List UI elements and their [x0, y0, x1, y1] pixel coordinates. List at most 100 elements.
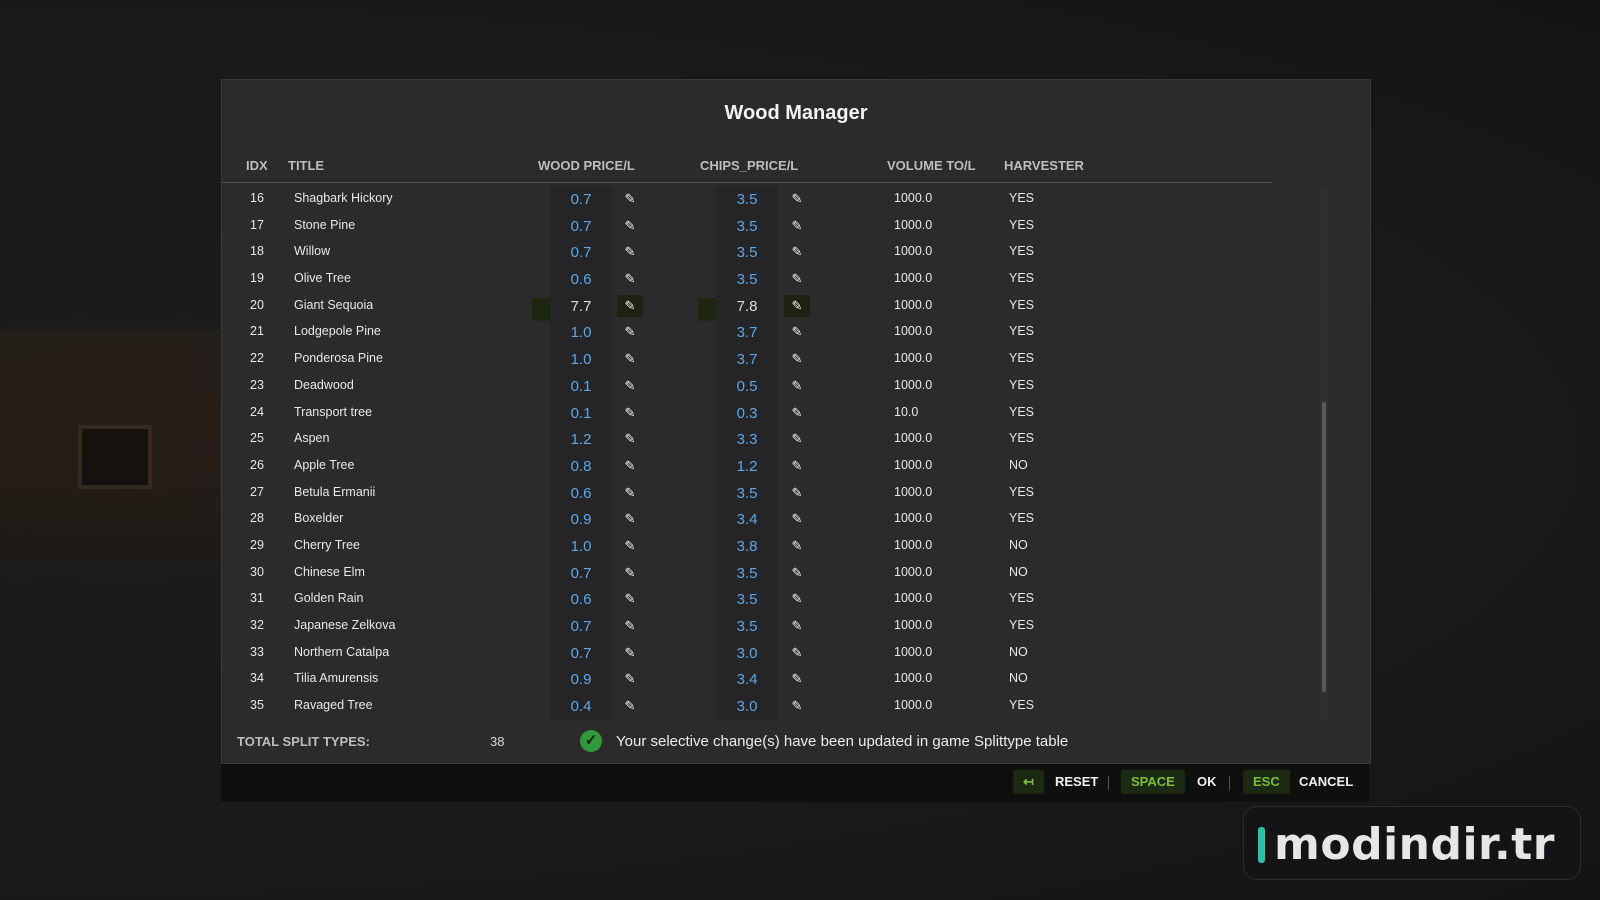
chips-price-value[interactable]: 3.5: [716, 559, 778, 587]
table-row[interactable]: 26 Apple Tree 0.8 1.2 1000.0 NO ✎ ✎: [222, 452, 1322, 480]
pencil-icon[interactable]: ✎: [617, 321, 643, 343]
wood-price-value[interactable]: 0.7: [550, 239, 612, 267]
pencil-icon[interactable]: ✎: [617, 428, 643, 450]
pencil-icon[interactable]: ✎: [784, 215, 810, 237]
chips-price-value[interactable]: 3.8: [716, 532, 778, 560]
chips-price-value[interactable]: 3.5: [716, 186, 778, 213]
pencil-icon[interactable]: ✎: [617, 668, 643, 690]
table-row[interactable]: 33 Northern Catalpa 0.7 3.0 1000.0 NO ✎ ✎: [222, 639, 1322, 667]
table-row[interactable]: 22 Ponderosa Pine 1.0 3.7 1000.0 YES ✎ ✎: [222, 346, 1322, 373]
pencil-icon[interactable]: ✎: [617, 348, 643, 370]
pencil-icon[interactable]: ✎: [784, 668, 810, 690]
chips-price-value[interactable]: 7.8: [716, 292, 778, 320]
table-row[interactable]: 23 Deadwood 0.1 0.5 1000.0 YES ✎ ✎: [222, 372, 1322, 400]
pencil-icon[interactable]: ✎: [784, 348, 810, 370]
pencil-icon[interactable]: ✎: [617, 508, 643, 530]
wood-price-value[interactable]: 1.0: [550, 346, 612, 373]
pencil-icon[interactable]: ✎: [617, 535, 643, 557]
pencil-icon[interactable]: ✎: [784, 562, 810, 584]
wood-price-value[interactable]: 0.8: [550, 452, 612, 480]
wood-price-value[interactable]: 7.7: [550, 292, 612, 320]
wood-price-value[interactable]: 0.7: [550, 613, 612, 640]
table-row[interactable]: 28 Boxelder 0.9 3.4 1000.0 YES ✎ ✎: [222, 506, 1322, 533]
pencil-icon[interactable]: ✎: [784, 241, 810, 263]
chips-price-value[interactable]: 3.4: [716, 506, 778, 533]
pencil-icon[interactable]: ✎: [617, 695, 643, 717]
wood-price-value[interactable]: 0.9: [550, 666, 612, 694]
wood-price-value[interactable]: 0.7: [550, 212, 612, 240]
pencil-icon[interactable]: ✎: [617, 402, 643, 424]
wood-price-value[interactable]: 0.9: [550, 506, 612, 533]
pencil-icon[interactable]: ✎: [784, 428, 810, 450]
pencil-icon[interactable]: ✎: [784, 508, 810, 530]
wood-price-value[interactable]: 0.7: [550, 559, 612, 587]
wood-price-value[interactable]: 0.7: [550, 639, 612, 667]
chips-price-value[interactable]: 0.5: [716, 372, 778, 400]
cancel-button[interactable]: CANCEL: [1299, 770, 1353, 794]
wood-price-value[interactable]: 0.1: [550, 399, 612, 427]
pencil-icon[interactable]: ✎: [784, 535, 810, 557]
chips-price-value[interactable]: 3.5: [716, 266, 778, 293]
chips-price-value[interactable]: 3.5: [716, 586, 778, 613]
table-row[interactable]: 32 Japanese Zelkova 0.7 3.5 1000.0 YES ✎ ✎: [222, 613, 1322, 640]
pencil-icon[interactable]: ✎: [617, 294, 643, 317]
table-row[interactable]: 16 Shagbark Hickory 0.7 3.5 1000.0 YES ✎ ✎: [222, 186, 1322, 213]
pencil-icon[interactable]: ✎: [617, 455, 643, 477]
wood-price-value[interactable]: 0.6: [550, 586, 612, 613]
pencil-icon[interactable]: ✎: [617, 215, 643, 237]
pencil-icon[interactable]: ✎: [617, 375, 643, 397]
pencil-icon[interactable]: ✎: [784, 615, 810, 637]
wood-price-value[interactable]: 0.6: [550, 479, 612, 507]
pencil-icon[interactable]: ✎: [617, 615, 643, 637]
chips-price-value[interactable]: 3.5: [716, 613, 778, 640]
table-row[interactable]: 31 Golden Rain 0.6 3.5 1000.0 YES ✎ ✎: [222, 586, 1322, 613]
wood-price-value[interactable]: 0.7: [550, 186, 612, 213]
pencil-icon[interactable]: ✎: [617, 588, 643, 610]
chips-price-value[interactable]: 3.0: [716, 693, 778, 720]
pencil-icon[interactable]: ✎: [784, 321, 810, 343]
table-row[interactable]: 24 Transport tree 0.1 0.3 10.0 YES ✎ ✎: [222, 399, 1322, 427]
table-row[interactable]: 25 Aspen 1.2 3.3 1000.0 YES ✎ ✎: [222, 426, 1322, 453]
pencil-icon[interactable]: ✎: [617, 268, 643, 290]
table-row[interactable]: 18 Willow 0.7 3.5 1000.0 YES ✎ ✎: [222, 239, 1322, 267]
wood-price-value[interactable]: 1.0: [550, 319, 612, 347]
esc-key[interactable]: ESC: [1243, 770, 1290, 794]
pencil-icon[interactable]: ✎: [617, 562, 643, 584]
table-row[interactable]: 35 Ravaged Tree 0.4 3.0 1000.0 YES ✎ ✎: [222, 693, 1322, 720]
pencil-icon[interactable]: ✎: [784, 455, 810, 477]
scrollbar-thumb[interactable]: [1322, 402, 1326, 692]
wood-price-value[interactable]: 0.6: [550, 266, 612, 293]
table-row[interactable]: 19 Olive Tree 0.6 3.5 1000.0 YES ✎ ✎: [222, 266, 1322, 293]
pencil-icon[interactable]: ✎: [617, 482, 643, 504]
chips-price-value[interactable]: 1.2: [716, 452, 778, 480]
pencil-icon[interactable]: ✎: [784, 188, 810, 210]
chips-price-value[interactable]: 3.0: [716, 639, 778, 667]
table-row[interactable]: 21 Lodgepole Pine 1.0 3.7 1000.0 YES ✎ ✎: [222, 319, 1322, 347]
table-row[interactable]: 27 Betula Ermanii 0.6 3.5 1000.0 YES ✎ ✎: [222, 479, 1322, 507]
reset-button[interactable]: RESET: [1055, 770, 1098, 794]
pencil-icon[interactable]: ✎: [784, 268, 810, 290]
pencil-icon[interactable]: ✎: [784, 588, 810, 610]
wood-price-value[interactable]: 1.0: [550, 532, 612, 560]
wood-price-value[interactable]: 0.4: [550, 693, 612, 720]
chips-price-value[interactable]: 3.5: [716, 479, 778, 507]
table-row[interactable]: 17 Stone Pine 0.7 3.5 1000.0 YES ✎ ✎: [222, 212, 1322, 240]
pencil-icon[interactable]: ✎: [784, 642, 810, 664]
chips-price-value[interactable]: 0.3: [716, 399, 778, 427]
wood-price-value[interactable]: 1.2: [550, 426, 612, 453]
table-row[interactable]: 30 Chinese Elm 0.7 3.5 1000.0 NO ✎ ✎: [222, 559, 1322, 587]
table-row[interactable]: 20 Giant Sequoia 7.7 7.8 1000.0 YES ✎ ✎: [222, 292, 1322, 321]
chips-price-value[interactable]: 3.5: [716, 212, 778, 240]
wood-price-value[interactable]: 0.1: [550, 372, 612, 400]
pencil-icon[interactable]: ✎: [784, 695, 810, 717]
reset-key[interactable]: ↤: [1013, 770, 1044, 794]
ok-button[interactable]: OK: [1197, 770, 1217, 794]
table-row[interactable]: 34 Tilia Amurensis 0.9 3.4 1000.0 NO ✎ ✎: [222, 666, 1322, 694]
pencil-icon[interactable]: ✎: [784, 402, 810, 424]
pencil-icon[interactable]: ✎: [617, 188, 643, 210]
chips-price-value[interactable]: 3.7: [716, 346, 778, 373]
chips-price-value[interactable]: 3.7: [716, 319, 778, 347]
pencil-icon[interactable]: ✎: [617, 642, 643, 664]
space-key[interactable]: SPACE: [1121, 770, 1185, 794]
pencil-icon[interactable]: ✎: [784, 482, 810, 504]
